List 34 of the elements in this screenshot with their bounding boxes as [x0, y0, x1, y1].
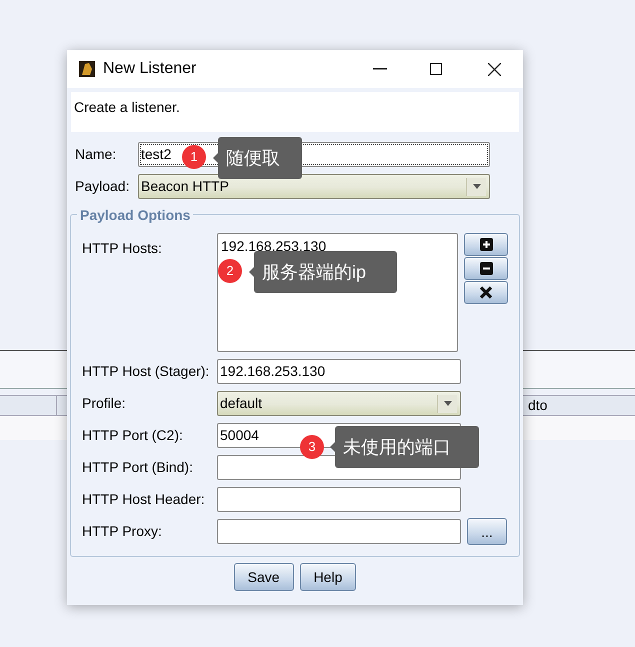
x-icon	[479, 286, 493, 299]
add-button[interactable]	[464, 233, 508, 256]
host-item[interactable]: 192.168.253.130	[221, 238, 457, 254]
field-label: HTTP Proxy:	[82, 522, 163, 541]
field-label: HTTP Port (Bind):	[82, 458, 194, 477]
text-field[interactable]	[217, 487, 461, 512]
maximize-icon[interactable]	[430, 63, 442, 75]
clear-button[interactable]	[464, 281, 508, 304]
dialog-button[interactable]: Help	[300, 563, 356, 591]
remove-button[interactable]	[464, 257, 508, 280]
field-label: Name:	[75, 145, 118, 164]
field-label: HTTP Port (C2):	[82, 426, 184, 445]
annotation-text: 服务器端的ip	[262, 260, 366, 284]
plus-icon	[480, 238, 492, 251]
text-field[interactable]: 192.168.253.130	[217, 359, 461, 384]
app-icon	[79, 61, 95, 77]
browse-button[interactable]: ...	[467, 518, 507, 545]
close-icon[interactable]	[488, 62, 501, 76]
field-label: Payload:	[75, 177, 130, 196]
window-title: New Listener	[103, 59, 196, 79]
minus-icon	[480, 262, 492, 275]
dialog-button[interactable]: Save	[234, 563, 294, 591]
payload-dropdown[interactable]: Beacon HTTP	[138, 174, 490, 199]
field-label: HTTP Host (Stager):	[82, 362, 210, 381]
proxy-field[interactable]	[217, 519, 461, 544]
field-label: HTTP Host Header:	[82, 490, 206, 509]
field-label: HTTP Hosts:	[82, 239, 163, 258]
profile-dropdown[interactable]: default	[217, 391, 461, 416]
annotation-text: 未使用的端口	[343, 436, 451, 458]
annotation-text: 随便取	[226, 146, 280, 170]
description-text: Create a listener.	[74, 99, 180, 115]
column-header: dto	[528, 396, 548, 415]
minimize-icon[interactable]	[373, 68, 387, 70]
field-label: Profile:	[82, 394, 127, 413]
